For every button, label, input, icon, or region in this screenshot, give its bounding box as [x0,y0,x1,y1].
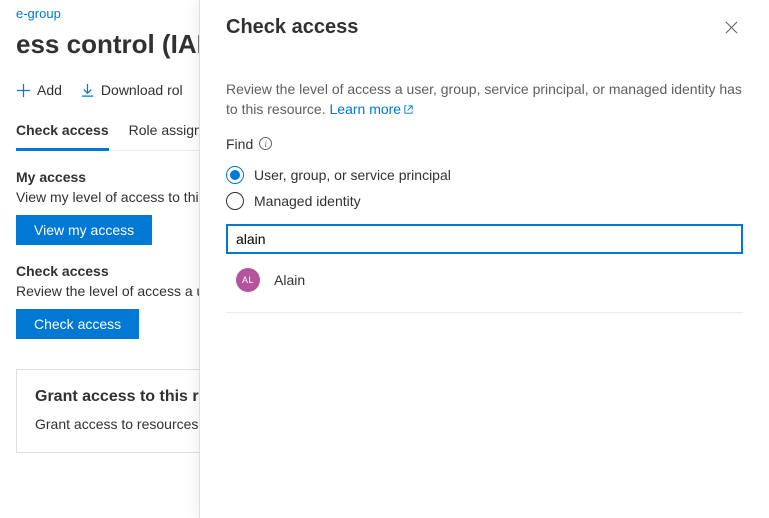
radio-user-group[interactable]: User, group, or service principal [226,162,743,188]
divider [226,312,743,313]
search-result-item[interactable]: AL Alain [226,254,743,306]
check-access-button[interactable]: Check access [16,309,139,339]
external-link-icon [403,104,414,115]
find-label-text: Find [226,136,253,152]
tab-check-access[interactable]: Check access [16,114,109,151]
result-name: Alain [274,272,305,288]
learn-more-label: Learn more [330,101,402,117]
learn-more-link[interactable]: Learn more [330,101,415,117]
info-icon[interactable]: i [259,137,272,150]
add-button[interactable]: Add [16,82,62,98]
radio-managed-identity[interactable]: Managed identity [226,188,743,214]
check-access-flyout: Check access Review the level of access … [199,0,769,518]
close-button[interactable] [720,16,743,42]
avatar: AL [236,268,260,292]
radio-managed-label: Managed identity [254,193,361,209]
plus-icon [16,83,31,98]
flyout-desc: Review the level of access a user, group… [226,79,743,130]
download-button[interactable]: Download rol [80,82,183,98]
radio-icon [226,166,244,184]
radio-user-label: User, group, or service principal [254,167,451,183]
download-icon [80,83,95,98]
flyout-title: Check access [226,16,358,79]
close-icon [724,20,739,35]
find-label: Find i [226,130,743,162]
flyout-desc-text: Review the level of access a user, group… [226,81,742,117]
download-label: Download rol [101,82,183,98]
tab-role-assignments[interactable]: Role assign [129,114,202,150]
view-my-access-button[interactable]: View my access [16,215,152,245]
search-input[interactable] [226,224,743,254]
radio-icon [226,192,244,210]
add-label: Add [37,82,62,98]
